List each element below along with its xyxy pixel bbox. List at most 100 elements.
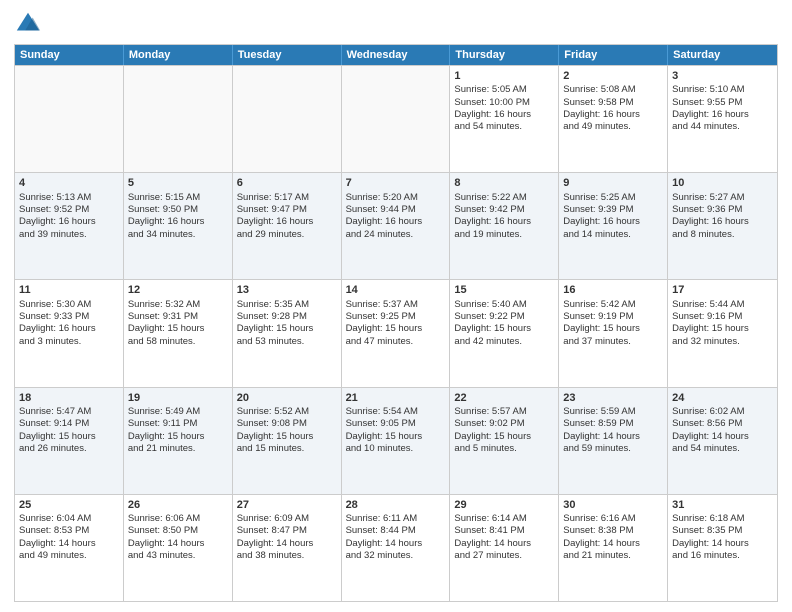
weekday-header: Friday <box>559 45 668 65</box>
calendar-cell: 18Sunrise: 5:47 AM Sunset: 9:14 PM Dayli… <box>15 388 124 494</box>
calendar-cell: 22Sunrise: 5:57 AM Sunset: 9:02 PM Dayli… <box>450 388 559 494</box>
day-number: 5 <box>128 176 228 190</box>
day-number: 29 <box>454 498 554 512</box>
calendar-cell: 16Sunrise: 5:42 AM Sunset: 9:19 PM Dayli… <box>559 280 668 386</box>
day-info: Sunrise: 5:57 AM Sunset: 9:02 PM Dayligh… <box>454 406 531 454</box>
calendar-cell: 2Sunrise: 5:08 AM Sunset: 9:58 PM Daylig… <box>559 66 668 172</box>
day-info: Sunrise: 5:49 AM Sunset: 9:11 PM Dayligh… <box>128 406 205 454</box>
day-number: 1 <box>454 69 554 83</box>
day-info: Sunrise: 5:32 AM Sunset: 9:31 PM Dayligh… <box>128 299 205 347</box>
weekday-header: Thursday <box>450 45 559 65</box>
day-number: 24 <box>672 391 773 405</box>
logo-icon <box>14 10 42 38</box>
day-info: Sunrise: 5:44 AM Sunset: 9:16 PM Dayligh… <box>672 299 749 347</box>
weekday-header: Monday <box>124 45 233 65</box>
calendar-header: SundayMondayTuesdayWednesdayThursdayFrid… <box>15 45 777 65</box>
calendar-cell: 1Sunrise: 5:05 AM Sunset: 10:00 PM Dayli… <box>450 66 559 172</box>
day-number: 18 <box>19 391 119 405</box>
calendar-cell <box>342 66 451 172</box>
calendar-cell: 29Sunrise: 6:14 AM Sunset: 8:41 PM Dayli… <box>450 495 559 601</box>
day-number: 22 <box>454 391 554 405</box>
day-info: Sunrise: 5:47 AM Sunset: 9:14 PM Dayligh… <box>19 406 96 454</box>
calendar-row: 1Sunrise: 5:05 AM Sunset: 10:00 PM Dayli… <box>15 65 777 172</box>
weekday-header: Wednesday <box>342 45 451 65</box>
calendar-cell: 10 Sunrise: 5:27 AM Sunset: 9:36 PM Dayli… <box>668 173 777 279</box>
calendar-row: 18Sunrise: 5:47 AM Sunset: 9:14 PM Dayli… <box>15 387 777 494</box>
weekday-header: Saturday <box>668 45 777 65</box>
day-info: Sunrise: 5:15 AM Sunset: 9:50 PM Dayligh… <box>128 192 205 240</box>
day-info: Sunrise: 5:25 AM Sunset: 9:39 PM Dayligh… <box>563 192 640 240</box>
day-number: 27 <box>237 498 337 512</box>
calendar-row: 25Sunrise: 6:04 AM Sunset: 8:53 PM Dayli… <box>15 494 777 601</box>
calendar-body: 1Sunrise: 5:05 AM Sunset: 10:00 PM Dayli… <box>15 65 777 601</box>
calendar-cell: 14 Sunrise: 5:37 AM Sunset: 9:25 PM Dayli… <box>342 280 451 386</box>
day-number: 6 <box>237 176 337 190</box>
day-number: 8 <box>454 176 554 190</box>
calendar-cell <box>15 66 124 172</box>
day-info: Sunrise: 5:37 AM Sunset: 9:25 PM Dayligh… <box>346 299 423 347</box>
day-number: 4 <box>19 176 119 190</box>
day-info: Sunrise: 5:17 AM Sunset: 9:47 PM Dayligh… <box>237 192 314 240</box>
day-number: 2 <box>563 69 663 83</box>
calendar-cell: 23Sunrise: 5:59 AM Sunset: 8:59 PM Dayli… <box>559 388 668 494</box>
day-info: Sunrise: 5:40 AM Sunset: 9:22 PM Dayligh… <box>454 299 531 347</box>
day-info: Sunrise: 5:42 AM Sunset: 9:19 PM Dayligh… <box>563 299 640 347</box>
day-number: 23 <box>563 391 663 405</box>
calendar-cell: 4 Sunrise: 5:13 AM Sunset: 9:52 PM Daylig… <box>15 173 124 279</box>
day-info: Sunrise: 5:52 AM Sunset: 9:08 PM Dayligh… <box>237 406 314 454</box>
day-info: Sunrise: 5:54 AM Sunset: 9:05 PM Dayligh… <box>346 406 423 454</box>
calendar-cell: 21Sunrise: 5:54 AM Sunset: 9:05 PM Dayli… <box>342 388 451 494</box>
day-info: Sunrise: 5:05 AM Sunset: 10:00 PM Daylig… <box>454 84 531 132</box>
calendar-cell: 26Sunrise: 6:06 AM Sunset: 8:50 PM Dayli… <box>124 495 233 601</box>
page: SundayMondayTuesdayWednesdayThursdayFrid… <box>0 0 792 612</box>
day-info: Sunrise: 6:11 AM Sunset: 8:44 PM Dayligh… <box>346 513 423 561</box>
day-info: Sunrise: 6:09 AM Sunset: 8:47 PM Dayligh… <box>237 513 314 561</box>
calendar-cell: 7Sunrise: 5:20 AM Sunset: 9:44 PM Daylig… <box>342 173 451 279</box>
calendar-cell: 8 Sunrise: 5:22 AM Sunset: 9:42 PM Daylig… <box>450 173 559 279</box>
calendar-cell: 17 Sunrise: 5:44 AM Sunset: 9:16 PM Dayli… <box>668 280 777 386</box>
calendar-cell: 15 Sunrise: 5:40 AM Sunset: 9:22 PM Dayli… <box>450 280 559 386</box>
calendar-cell: 13 Sunrise: 5:35 AM Sunset: 9:28 PM Dayli… <box>233 280 342 386</box>
header <box>14 10 778 38</box>
day-number: 15 <box>454 283 554 297</box>
calendar-cell: 11 Sunrise: 5:30 AM Sunset: 9:33 PM Dayli… <box>15 280 124 386</box>
calendar-cell: 20Sunrise: 5:52 AM Sunset: 9:08 PM Dayli… <box>233 388 342 494</box>
calendar-cell <box>233 66 342 172</box>
calendar-cell: 5 Sunrise: 5:15 AM Sunset: 9:50 PM Daylig… <box>124 173 233 279</box>
day-info: Sunrise: 5:35 AM Sunset: 9:28 PM Dayligh… <box>237 299 314 347</box>
calendar-cell: 6 Sunrise: 5:17 AM Sunset: 9:47 PM Daylig… <box>233 173 342 279</box>
weekday-header: Tuesday <box>233 45 342 65</box>
calendar-cell: 3Sunrise: 5:10 AM Sunset: 9:55 PM Daylig… <box>668 66 777 172</box>
calendar-cell <box>124 66 233 172</box>
day-number: 17 <box>672 283 773 297</box>
day-info: Sunrise: 6:14 AM Sunset: 8:41 PM Dayligh… <box>454 513 531 561</box>
day-number: 25 <box>19 498 119 512</box>
day-number: 31 <box>672 498 773 512</box>
calendar-cell: 24Sunrise: 6:02 AM Sunset: 8:56 PM Dayli… <box>668 388 777 494</box>
day-number: 30 <box>563 498 663 512</box>
day-number: 9 <box>563 176 663 190</box>
day-number: 3 <box>672 69 773 83</box>
day-number: 10 <box>672 176 773 190</box>
calendar-cell: 31Sunrise: 6:18 AM Sunset: 8:35 PM Dayli… <box>668 495 777 601</box>
day-info: Sunrise: 5:27 AM Sunset: 9:36 PM Dayligh… <box>672 192 749 240</box>
day-info: Sunrise: 6:04 AM Sunset: 8:53 PM Dayligh… <box>19 513 96 561</box>
day-number: 11 <box>19 283 119 297</box>
calendar-cell: 28Sunrise: 6:11 AM Sunset: 8:44 PM Dayli… <box>342 495 451 601</box>
day-info: Sunrise: 5:30 AM Sunset: 9:33 PM Dayligh… <box>19 299 96 347</box>
day-number: 7 <box>346 176 446 190</box>
day-number: 19 <box>128 391 228 405</box>
day-number: 20 <box>237 391 337 405</box>
day-info: Sunrise: 6:16 AM Sunset: 8:38 PM Dayligh… <box>563 513 640 561</box>
calendar-cell: 25Sunrise: 6:04 AM Sunset: 8:53 PM Dayli… <box>15 495 124 601</box>
day-info: Sunrise: 5:13 AM Sunset: 9:52 PM Dayligh… <box>19 192 96 240</box>
day-number: 14 <box>346 283 446 297</box>
day-info: Sunrise: 6:18 AM Sunset: 8:35 PM Dayligh… <box>672 513 749 561</box>
day-info: Sunrise: 5:59 AM Sunset: 8:59 PM Dayligh… <box>563 406 640 454</box>
day-number: 13 <box>237 283 337 297</box>
day-info: Sunrise: 6:02 AM Sunset: 8:56 PM Dayligh… <box>672 406 749 454</box>
calendar-cell: 9 Sunrise: 5:25 AM Sunset: 9:39 PM Daylig… <box>559 173 668 279</box>
day-info: Sunrise: 6:06 AM Sunset: 8:50 PM Dayligh… <box>128 513 205 561</box>
day-info: Sunrise: 5:22 AM Sunset: 9:42 PM Dayligh… <box>454 192 531 240</box>
calendar-cell: 30Sunrise: 6:16 AM Sunset: 8:38 PM Dayli… <box>559 495 668 601</box>
